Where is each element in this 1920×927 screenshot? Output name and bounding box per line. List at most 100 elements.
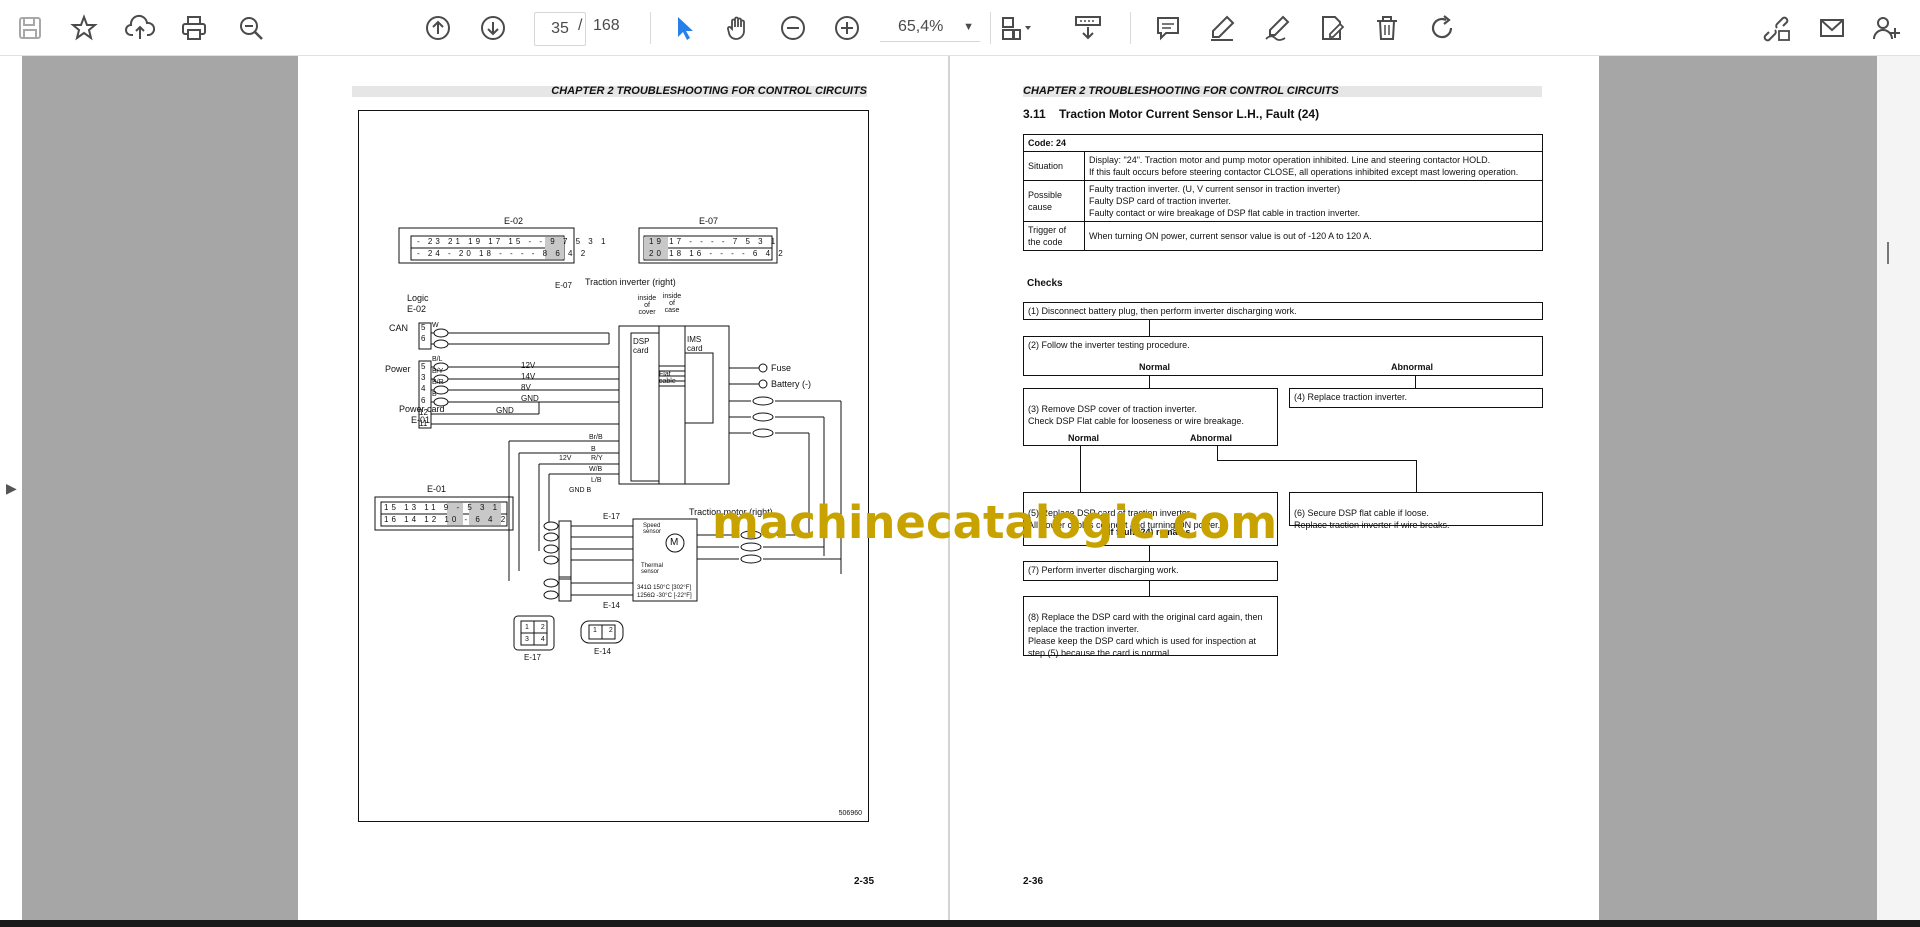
- thermal-value-2: 1256Ω -30°C [-22°F]: [637, 593, 692, 599]
- flat-cable-label: Flat cable: [659, 371, 676, 385]
- table-label: Trigger of the code: [1023, 221, 1085, 251]
- flow-connector: [1217, 446, 1218, 460]
- pin-power-6: 6: [421, 396, 426, 405]
- add-user-icon[interactable]: [1868, 10, 1904, 46]
- wire-w-b: W/B: [589, 466, 603, 473]
- redo-icon[interactable]: [1425, 10, 1461, 46]
- wire-gnd-b: GND B: [569, 487, 592, 494]
- flow-connector: [1217, 460, 1417, 461]
- toolbar-divider: [1130, 12, 1131, 44]
- zoom-level-select[interactable]: 65,4% ▼: [880, 12, 980, 42]
- share-link-icon[interactable]: [1758, 10, 1794, 46]
- connector-label-e07: E-07: [699, 216, 719, 226]
- motor-symbol: M: [670, 537, 679, 548]
- thermal-value-1: 341Ω 150°C [302°F]: [637, 585, 691, 591]
- delete-trash-icon[interactable]: [1369, 10, 1405, 46]
- e17-face-top: 1 2: [525, 624, 550, 631]
- step-8-text: (8) Replace the DSP card with the origin…: [1028, 612, 1263, 658]
- page-separator: /: [578, 17, 583, 34]
- wire-b-l: B/L: [432, 356, 443, 363]
- scrollbar[interactable]: [1877, 56, 1920, 920]
- power-label: Power: [385, 364, 411, 374]
- inside-cover-label: inside of cover: [637, 295, 657, 316]
- voltage-8v: 8V: [521, 383, 531, 392]
- highlight-pen-icon[interactable]: [1204, 10, 1240, 46]
- document-viewer[interactable]: ▶ ◀ CHAPTER 2 TROUBLESHOOTING FOR CONTRO…: [0, 56, 1920, 920]
- voltage-12v: 12V: [521, 361, 536, 370]
- e02-pins-bottom: - 24 - 20 18 - - - - 8 6 4 2: [417, 249, 589, 258]
- can-label: CAN: [389, 323, 409, 333]
- wire-w: W: [432, 322, 439, 329]
- bookmark-star-icon[interactable]: [66, 10, 102, 46]
- page-number-right: 2-36: [1023, 876, 1044, 887]
- email-icon[interactable]: [1814, 10, 1850, 46]
- e14-face: 1 2: [593, 627, 618, 634]
- e14-label: E-14: [603, 601, 620, 610]
- flow-connector: [1416, 460, 1417, 492]
- toolbar-divider: [650, 12, 651, 44]
- zoom-in-icon[interactable]: [829, 10, 865, 46]
- pin-power-3: 3: [421, 373, 426, 382]
- step-4: (4) Replace traction inverter.: [1289, 388, 1543, 408]
- speed-sensor-label: Speed sensor: [643, 523, 662, 535]
- edit-text-icon[interactable]: [1314, 10, 1350, 46]
- checks-title: Checks: [1027, 278, 1063, 289]
- step-3-text: (3) Remove DSP cover of traction inverte…: [1028, 404, 1244, 426]
- cloud-upload-icon[interactable]: [122, 10, 158, 46]
- next-page-icon[interactable]: [475, 10, 511, 46]
- page-layout-icon[interactable]: [1000, 10, 1036, 46]
- hand-tool-icon[interactable]: [720, 10, 756, 46]
- step-3: (3) Remove DSP cover of traction inverte…: [1023, 388, 1278, 446]
- zoom-out-icon[interactable]: [775, 10, 811, 46]
- step-6-text: (6) Secure DSP flat cable if loose. Repl…: [1294, 508, 1450, 530]
- e17-label: E-17: [603, 512, 620, 521]
- thermal-sensor-label: Thermal sensor: [641, 563, 664, 575]
- pin-power-12: 12: [419, 408, 428, 417]
- step-7: (7) Perform inverter discharging work.: [1023, 561, 1278, 581]
- flow-connector: [1149, 320, 1150, 336]
- traction-inverter-label: Traction inverter (right): [585, 277, 676, 287]
- select-cursor-icon[interactable]: [666, 10, 702, 46]
- step-3-normal: Normal: [1068, 433, 1100, 443]
- section-number: 3.11: [1023, 107, 1046, 121]
- e07-pins-bottom: 20 18 16 - - - - 6 4 2: [649, 249, 786, 258]
- pin-can-5: 5: [421, 323, 426, 332]
- taskbar-strip: [0, 920, 1920, 927]
- save-icon[interactable]: [12, 10, 48, 46]
- scrollbar-thumb[interactable]: [1887, 242, 1889, 264]
- e02-pins-top: - 23 21 19 17 15 - - 9 7 5 3 1: [417, 237, 609, 246]
- print-icon[interactable]: [176, 10, 212, 46]
- table-value: Display: "24". Traction motor and pump m…: [1084, 151, 1543, 181]
- scrolling-mode-icon[interactable]: [1070, 10, 1106, 46]
- toolbar: / 168 65,4% ▼: [0, 0, 1920, 56]
- pdf-page-left: CHAPTER 2 TROUBLESHOOTING FOR CONTROL CI…: [298, 56, 948, 920]
- zoom-search-icon[interactable]: [233, 10, 269, 46]
- pin-power-11: 11: [419, 419, 428, 428]
- step-2-text: (2) Follow the inverter testing procedur…: [1028, 340, 1190, 350]
- voltage-14v: 14V: [521, 372, 536, 381]
- previous-page-icon[interactable]: [420, 10, 456, 46]
- e07-pins-top: 19 17 - - - - 7 5 3 1: [649, 237, 779, 246]
- wire-b-r: B/R: [432, 379, 444, 386]
- wire-b: B: [432, 391, 437, 398]
- page-total: 168: [593, 17, 620, 34]
- flow-connector: [1080, 446, 1081, 492]
- step-3-abnormal: Abnormal: [1190, 433, 1233, 443]
- connector-label-e02: E-02: [504, 216, 524, 226]
- e01-pins-bottom: 16 14 12 10 - 6 4 2: [384, 515, 509, 524]
- pdf-page-right: CHAPTER 2 TROUBLESHOOTING FOR CONTROL CI…: [950, 56, 1599, 920]
- pin-can-6: 6: [421, 334, 426, 343]
- left-panel-arrow-icon[interactable]: ▶: [6, 480, 17, 497]
- fault-code-table: Code: 24 Situation Display: "24". Tracti…: [1023, 134, 1543, 251]
- wiring-diagram: E-02 E-07 E-01 - 23 21 19 17 15 - - 9 7 …: [358, 110, 869, 822]
- section-heading: Traction Motor Current Sensor L.H., Faul…: [1059, 107, 1320, 121]
- table-label: Possible cause: [1023, 180, 1085, 222]
- step-6: (6) Secure DSP flat cable if loose. Repl…: [1289, 492, 1543, 530]
- e17-face-bottom: 3 4: [525, 636, 550, 643]
- dsp-card-label: DSP card: [633, 337, 650, 355]
- inside-case-label: inside of case: [662, 293, 682, 314]
- draw-freehand-icon[interactable]: [1259, 10, 1295, 46]
- code-cell: Code: 24: [1023, 134, 1543, 152]
- battery-label: Battery (-): [771, 379, 812, 389]
- comment-icon[interactable]: [1150, 10, 1186, 46]
